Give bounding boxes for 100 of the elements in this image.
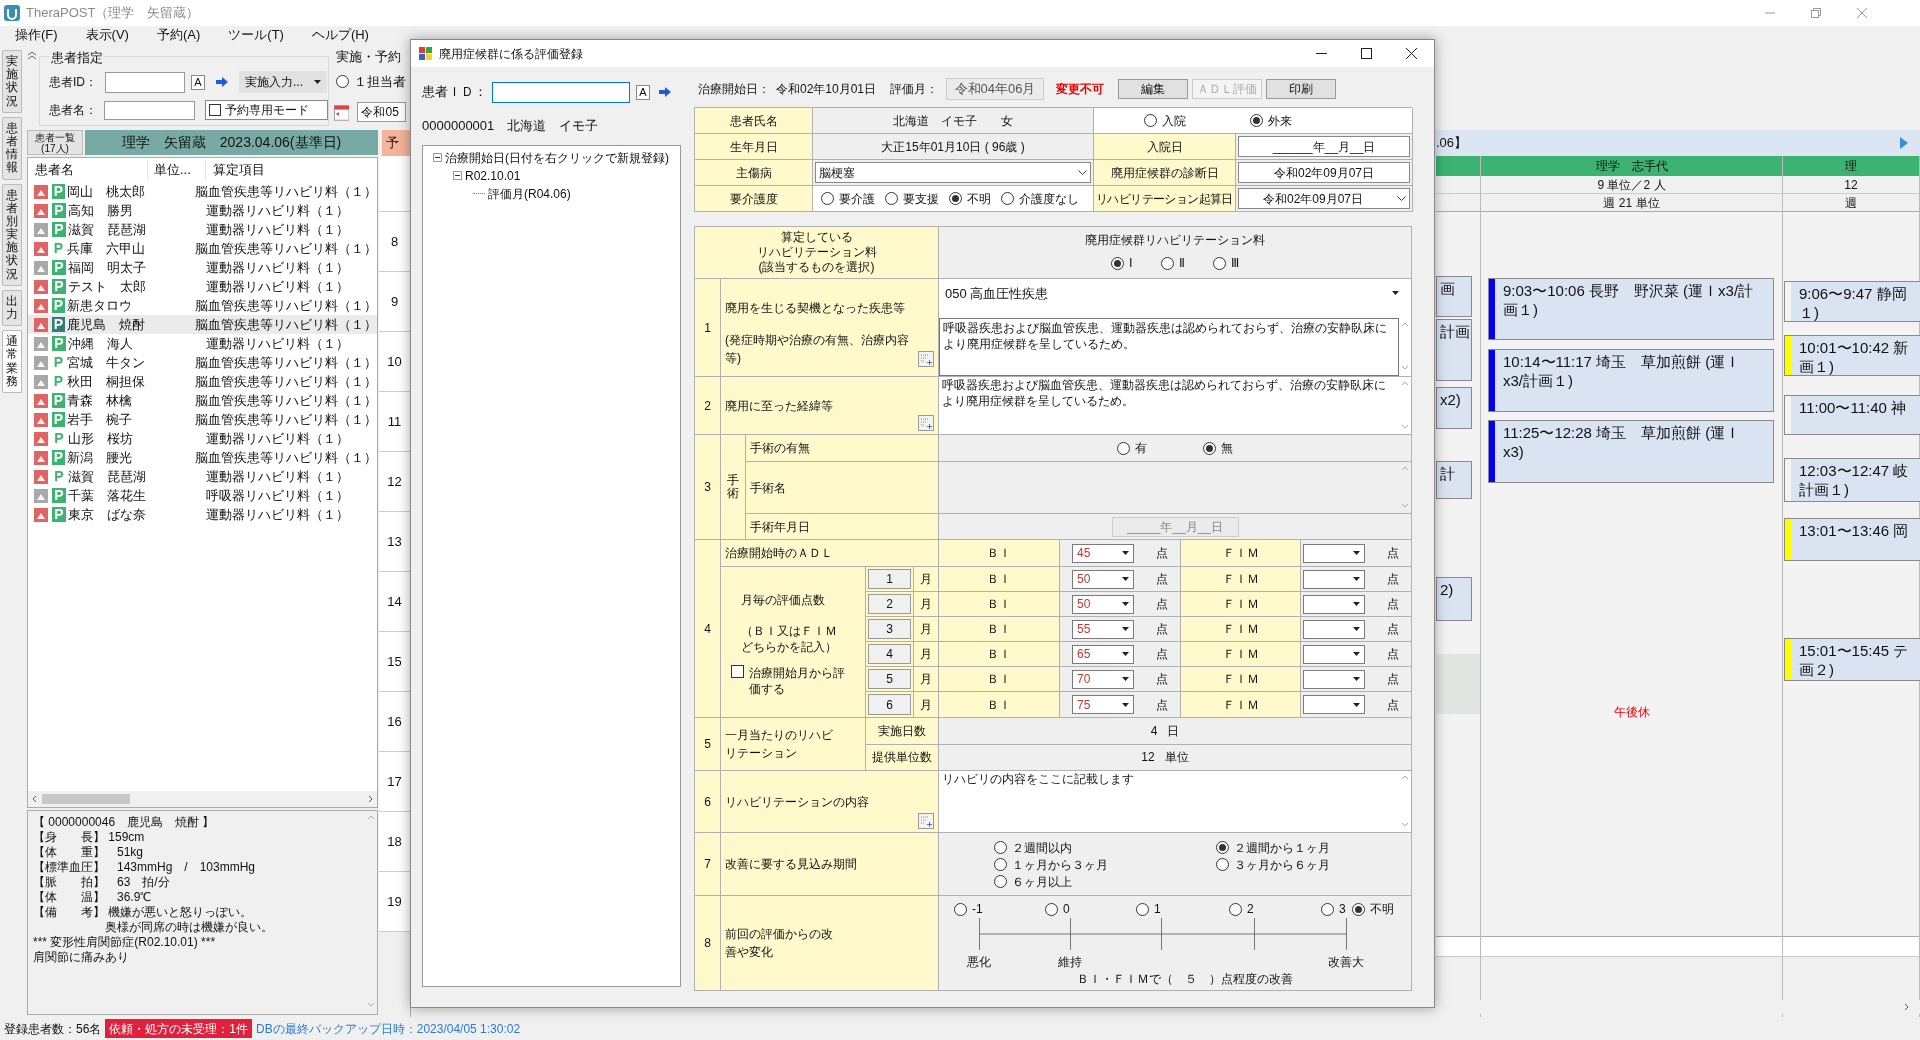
radio-button[interactable]: 要介護 <box>821 189 875 208</box>
appointment-card[interactable]: 15:01〜15:45 テ 画２) <box>1784 638 1920 681</box>
patient-row[interactable]: P 宮城 牛タン 脳血管疾患等リハビリ料（１） <box>28 353 377 372</box>
score-dropdown[interactable]: 50 <box>1072 569 1134 589</box>
appointment-card[interactable]: 計画 <box>1436 319 1472 381</box>
score-dropdown[interactable] <box>1303 644 1365 664</box>
radio-button[interactable]: 外来 <box>1250 111 1292 130</box>
score-dropdown[interactable] <box>1303 594 1365 614</box>
side-tab[interactable]: 通常業務 <box>2 330 22 393</box>
patient-row[interactable]: P 沖縄 海人 運動器リハビリ料（１） <box>28 334 377 353</box>
radio-button[interactable]: １担当者 <box>336 72 406 92</box>
appointment-card[interactable]: 計 <box>1436 461 1472 499</box>
tree-item[interactable]: 治療開始日(日付を右クリックで新規登録) <box>445 148 669 167</box>
radio-button[interactable]: -1 <box>954 900 983 918</box>
next-icon[interactable] <box>1900 137 1908 149</box>
checkbox[interactable]: 治療開始月から評価する <box>731 665 851 697</box>
mode-dropdown[interactable]: 実施入力... <box>239 71 327 93</box>
appointment-card[interactable]: 画 <box>1436 276 1472 317</box>
appointment-card[interactable]: 10:01〜10:42 新 画１) <box>1784 335 1920 376</box>
score-dropdown[interactable]: 70 <box>1072 669 1134 689</box>
admit-date-field[interactable]: ______年__月__日 <box>1238 136 1410 157</box>
score-dropdown[interactable]: 50 <box>1072 594 1134 614</box>
tree-item[interactable]: 評価月(R04.06) <box>488 184 571 203</box>
template-icon[interactable] <box>918 415 934 431</box>
tree-item[interactable]: R02.10.01 <box>465 166 521 185</box>
patient-row[interactable]: P 新患タロウ 脳血管疾患等リハビリ料（１） <box>28 296 377 315</box>
patient-row[interactable]: P 秋田 桐担保 脳血管疾患等リハビリ料（１） <box>28 372 377 391</box>
template-icon[interactable] <box>918 813 934 829</box>
arrow-right-icon[interactable] <box>658 86 672 98</box>
toolbar-button[interactable]: 印刷 <box>1266 79 1337 99</box>
radio-button[interactable]: ３ヶ月から６ヶ月 <box>1216 856 1330 873</box>
patient-row[interactable]: P 福岡 明太子 運動器リハビリ料（１） <box>28 258 377 277</box>
patient-row[interactable]: P 高知 勝男 運動器リハビリ料（１） <box>28 201 377 220</box>
scrollbar[interactable] <box>28 791 377 807</box>
column-header[interactable]: 患者名 <box>28 160 148 180</box>
side-tab[interactable]: 患者別実施状況 <box>2 183 22 286</box>
patient-row[interactable]: P 兵庫 六甲山 脳血管疾患等リハビリ料（１） <box>28 239 377 258</box>
appointment-card[interactable]: 11:25〜12:28 埼玉 草加煎餅 (運Ｉ x3) <box>1488 420 1774 483</box>
radio-button[interactable]: 0 <box>1045 900 1070 918</box>
patient-id-field[interactable] <box>105 71 185 93</box>
appointment-card[interactable]: 9:06〜9:47 静岡 １) <box>1784 281 1920 322</box>
side-tab[interactable]: 患者情報 <box>2 116 22 180</box>
side-tab[interactable]: 出力 <box>2 289 22 327</box>
radio-button[interactable]: 1 <box>1136 900 1161 918</box>
toolbar-button[interactable]: 編集 <box>1118 79 1189 99</box>
menu-item[interactable]: ヘルプ(H) <box>311 25 369 45</box>
appointment-card[interactable]: 11:00〜11:40 神 <box>1784 395 1920 435</box>
collapse-icon[interactable] <box>433 153 442 162</box>
column-header[interactable]: 単位... <box>148 160 206 180</box>
menu-item[interactable]: 表示(V) <box>85 25 129 45</box>
side-tab[interactable]: 実施状況 <box>2 50 22 113</box>
radio-button[interactable]: 要支援 <box>885 189 939 208</box>
score-dropdown[interactable]: 45 <box>1072 543 1134 563</box>
radio-button[interactable]: 無 <box>1203 439 1233 457</box>
menu-item[interactable]: ツール(T) <box>228 25 284 45</box>
patient-row[interactable]: P 鹿児島 焼酎 脳血管疾患等リハビリ料（１） <box>28 315 377 334</box>
score-dropdown[interactable]: 55 <box>1072 619 1134 639</box>
score-dropdown[interactable]: 65 <box>1072 644 1134 664</box>
text-area[interactable]: 呼吸器疾患および脳血管疾患、運動器疾患は認められておらず、治療の安静臥床により廃用症候群を呈しているため。 <box>939 318 1399 376</box>
score-dropdown[interactable] <box>1303 543 1365 563</box>
radio-button[interactable]: 不明 <box>1352 900 1394 918</box>
score-dropdown[interactable] <box>1303 695 1365 714</box>
patient-count-button[interactable]: 患者一覧 (17人) <box>27 130 83 155</box>
patient-row[interactable]: P 滋賀 琵琶湖 運動器リハビリ料（１） <box>28 220 377 239</box>
radio-button[interactable]: 入院 <box>1144 111 1186 130</box>
patient-row[interactable]: P 千葉 落花生 呼吸器リハビリ料（１） <box>28 486 377 505</box>
radio-button[interactable]: ６ヶ月以上 <box>994 873 1072 890</box>
appointment-card[interactable]: x2) <box>1436 387 1472 429</box>
rehab-start-dropdown[interactable]: 令和02年09月07日 <box>1238 188 1410 209</box>
radio-button[interactable]: 不明 <box>949 189 991 208</box>
radio-button[interactable]: Ⅰ <box>1111 254 1133 272</box>
kana-button[interactable]: A <box>636 84 650 100</box>
patient-id-field[interactable] <box>492 81 630 103</box>
close-icon[interactable] <box>1406 48 1417 59</box>
score-dropdown[interactable] <box>1303 619 1365 639</box>
patient-row[interactable]: P 山形 桜坊 運動器リハビリ料（１） <box>28 429 377 448</box>
appointment-card[interactable]: 2) <box>1436 577 1472 621</box>
disease-dropdown[interactable]: 脳梗塞 <box>815 162 1091 183</box>
collapse-icon[interactable] <box>453 171 462 180</box>
score-dropdown[interactable] <box>1303 569 1365 589</box>
radio-button[interactable]: 有 <box>1117 439 1147 457</box>
radio-button[interactable]: 3 <box>1321 900 1346 918</box>
pending-alert[interactable]: 依頼・処方の未受理：1件 <box>105 1019 253 1038</box>
patient-row[interactable]: P 岩手 椀子 脳血管疾患等リハビリ料（１） <box>28 410 377 429</box>
menu-item[interactable]: 操作(F) <box>15 25 58 45</box>
appointment-card[interactable]: 13:01〜13:46 岡 <box>1784 518 1920 561</box>
patient-row[interactable]: P 青森 林檎 脳血管疾患等リハビリ料（１） <box>28 391 377 410</box>
restore-icon[interactable] <box>1810 7 1822 19</box>
radio-button[interactable]: Ⅱ <box>1161 254 1185 272</box>
diagnosis-date-field[interactable]: 令和02年09月07日 <box>1238 162 1410 183</box>
arrow-right-icon[interactable] <box>215 76 229 88</box>
appointment-card[interactable]: 10:14〜11:17 埼玉 草加煎餅 (運Ｉ x3/計画１) <box>1488 349 1774 412</box>
patient-name-field[interactable] <box>104 100 196 120</box>
radio-button[interactable]: 介護度なし <box>1001 189 1079 208</box>
patient-row[interactable]: P 新潟 腰光 脳血管疾患等リハビリ料（１） <box>28 448 377 467</box>
template-icon[interactable] <box>918 351 934 367</box>
radio-button[interactable]: １ヶ月から３ヶ月 <box>994 856 1108 873</box>
menu-item[interactable]: 予約(A) <box>156 25 201 45</box>
score-dropdown[interactable]: 75 <box>1072 695 1134 714</box>
kana-button[interactable]: A <box>191 74 205 90</box>
